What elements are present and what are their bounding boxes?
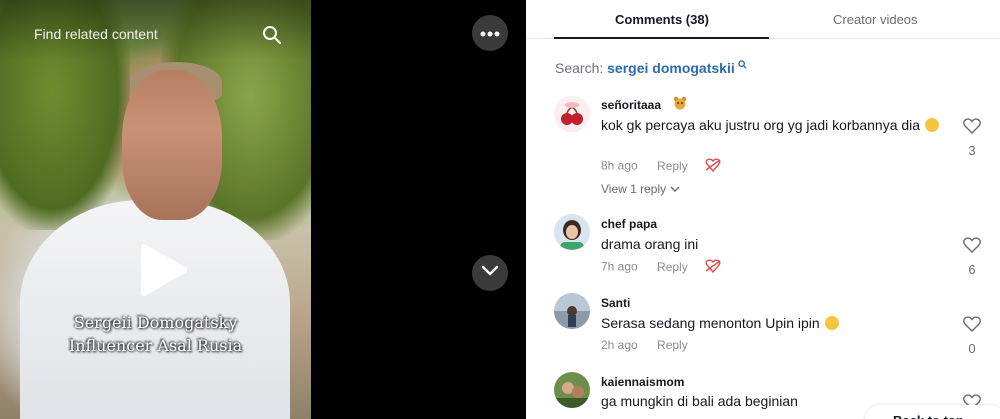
like-button[interactable]: 0: [962, 316, 982, 356]
search-term-link[interactable]: sergei domogatskii: [607, 60, 735, 76]
tab-creator-videos[interactable]: Creator videos: [833, 12, 918, 27]
heart-icon: [963, 316, 981, 336]
comment-username[interactable]: señoritaaa: [601, 98, 661, 112]
comment-meta: 7h ago Reply: [601, 259, 721, 276]
comment-username[interactable]: kaiennaismom: [601, 375, 684, 389]
view-replies-label: View 1 reply: [601, 182, 667, 196]
heart-icon: [963, 118, 981, 138]
dislike-icon[interactable]: [705, 259, 721, 276]
comment-username[interactable]: Santi: [601, 296, 630, 310]
comment-meta: 8h ago Reply: [601, 158, 721, 175]
search-small-icon: [735, 60, 747, 72]
smile-emoji-icon: [824, 316, 839, 330]
laughing-emoji-icon: [924, 118, 939, 132]
comment-time: 2h ago: [601, 338, 638, 352]
next-video-button[interactable]: [472, 255, 508, 291]
comment-time: 8h ago: [601, 158, 638, 173]
video-player[interactable]: Find related content Sergeii Domogatsky …: [0, 0, 311, 419]
comment-text-content: ga mungkin di bali ada beginian: [601, 393, 798, 409]
heart-icon: [963, 237, 981, 257]
active-tab-indicator: [554, 37, 769, 39]
bear-emoji-icon: [673, 96, 687, 113]
comment-time: 7h ago: [601, 259, 638, 274]
view-replies-button[interactable]: View 1 reply: [601, 182, 680, 196]
like-count: 0: [968, 341, 976, 356]
chevron-down-icon: [481, 264, 499, 282]
like-button[interactable]: 6: [962, 237, 982, 277]
avatar[interactable]: [554, 214, 590, 250]
comment-meta: 2h ago Reply: [601, 338, 688, 352]
avatar[interactable]: [554, 293, 590, 329]
dislike-icon[interactable]: [705, 158, 721, 175]
like-count: 3: [968, 143, 976, 158]
video-pane: Find related content Sergeii Domogatsky …: [0, 0, 526, 419]
like-button[interactable]: 3: [962, 118, 982, 158]
search-prefix: Search:: [555, 60, 604, 76]
reply-button[interactable]: Reply: [657, 338, 688, 352]
comment-text-content: kok gk percaya aku justru org yg jadi ko…: [601, 117, 921, 133]
find-related-content[interactable]: Find related content: [34, 26, 158, 42]
comment-text-content: drama orang ini: [601, 236, 699, 252]
avatar[interactable]: [554, 372, 590, 408]
comments-panel: Comments (38) Creator videos Search: ser…: [526, 0, 1000, 419]
video-caption-line1: Sergeii Domogatsky: [73, 313, 238, 332]
comment-text: drama orang ini: [601, 235, 941, 254]
video-caption-line2: Influencer Asal Rusia: [68, 336, 243, 355]
comment-text-content: Serasa sedang menonton Upin ipin: [601, 315, 820, 331]
search-icon[interactable]: [262, 25, 282, 45]
tab-comments[interactable]: Comments (38): [615, 12, 709, 27]
more-options-button[interactable]: [472, 15, 508, 51]
avatar[interactable]: [554, 96, 590, 132]
chevron-down-icon: [670, 182, 680, 196]
comment-text: Serasa sedang menonton Upin ipin: [601, 314, 941, 333]
video-person-shirt: [20, 200, 290, 419]
like-count: 6: [968, 262, 976, 277]
reply-button[interactable]: Reply: [657, 260, 688, 274]
reply-button[interactable]: Reply: [657, 159, 688, 173]
tab-bar: Comments (38) Creator videos: [526, 0, 1000, 39]
more-icon: [480, 24, 500, 42]
search-suggestion: Search: sergei domogatskii: [555, 60, 747, 76]
video-person-face: [122, 70, 222, 220]
comment-text: kok gk percaya aku justru org yg jadi ko…: [601, 116, 941, 135]
play-icon[interactable]: [138, 243, 188, 297]
comment-username[interactable]: chef papa: [601, 217, 657, 231]
back-to-top-button[interactable]: Back to top: [865, 405, 1000, 419]
